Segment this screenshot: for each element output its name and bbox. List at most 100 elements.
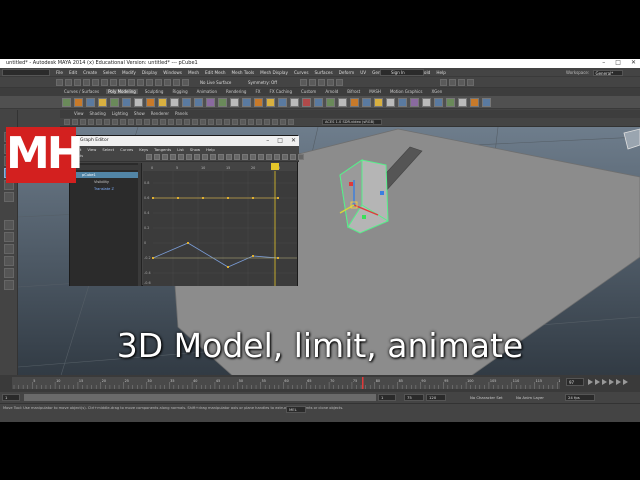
shelf-tab-mash[interactable]: MASH [367, 89, 383, 94]
poke-icon[interactable] [410, 98, 419, 107]
panel-menu-panels[interactable]: Panels [175, 111, 188, 116]
history-icon[interactable] [173, 79, 180, 86]
menu-select[interactable]: Select [103, 70, 116, 75]
free-weight-icon[interactable] [282, 154, 288, 160]
menu-mesh-tools[interactable]: Mesh Tools [232, 70, 255, 75]
select-hierarchy-icon[interactable] [101, 79, 108, 86]
curve-graph[interactable]: 0.8 0.6 0.4 0.2 0 -0.2 -0.4 -0.6 0 5 10 … [143, 163, 297, 286]
panel-menu-renderer[interactable]: Renderer [151, 111, 169, 116]
render-setup-icon[interactable] [336, 79, 343, 86]
undo-icon[interactable] [83, 79, 90, 86]
shelf-tab-curves-surfaces[interactable]: Curves / Surfaces [62, 89, 101, 94]
ambient-occlusion-icon[interactable] [216, 119, 222, 125]
modeling-toolkit-icon[interactable] [440, 79, 447, 86]
color-manage-icon[interactable] [288, 119, 294, 125]
close-button[interactable]: ✕ [631, 60, 636, 66]
menu-file[interactable]: File [56, 70, 63, 75]
playback-end-field[interactable]: 75 [404, 394, 424, 401]
animation-end-field[interactable]: 120 [426, 394, 446, 401]
unify-tangent-icon[interactable] [274, 154, 280, 160]
anti-alias-icon[interactable] [232, 119, 238, 125]
workspace-dropdown[interactable]: General* [592, 70, 623, 76]
resolution-gate-icon[interactable] [112, 119, 118, 125]
key[interactable] [227, 266, 229, 268]
wireframe-on-shaded-icon[interactable] [168, 119, 174, 125]
shadows-icon[interactable] [208, 119, 214, 125]
new-scene-icon[interactable] [56, 79, 63, 86]
wireframe-icon[interactable] [152, 119, 158, 125]
lock-weight-icon[interactable] [290, 154, 296, 160]
smooth-icon[interactable] [206, 98, 215, 107]
hypershade-icon[interactable] [327, 79, 334, 86]
snap-live-icon[interactable] [164, 79, 171, 86]
four-view-layout-icon[interactable] [4, 232, 14, 242]
smooth-shade-icon[interactable] [160, 119, 166, 125]
lights-icon[interactable] [200, 119, 206, 125]
manip-handle-red[interactable] [349, 182, 353, 186]
select-component-icon[interactable] [119, 79, 126, 86]
planar-map-icon[interactable] [434, 98, 443, 107]
svg-icon[interactable] [170, 98, 179, 107]
collapse-icon[interactable] [374, 98, 383, 107]
center-current-icon[interactable] [202, 154, 208, 160]
menu-mesh-display[interactable]: Mesh Display [260, 70, 288, 75]
sign-in-dropdown[interactable]: Sign In [380, 69, 424, 76]
shelf-tab-animation[interactable]: Animation [195, 89, 219, 94]
backface-icon[interactable] [264, 119, 270, 125]
step-tangent-icon[interactable] [250, 154, 256, 160]
frame-playback-icon[interactable] [194, 154, 200, 160]
auto-map-icon[interactable] [446, 98, 455, 107]
gamma-icon[interactable] [280, 119, 286, 125]
quad-draw-icon[interactable] [326, 98, 335, 107]
ge-menu-select[interactable]: Select [102, 147, 114, 152]
poly-disc-icon[interactable] [134, 98, 143, 107]
poly-cone-icon[interactable] [98, 98, 107, 107]
poly-plane-icon[interactable] [122, 98, 131, 107]
playback-start-field[interactable]: 1 [378, 394, 396, 401]
boolean-icon[interactable] [218, 98, 227, 107]
shelf-tab-fx-caching[interactable]: FX Caching [268, 89, 294, 94]
menu-set-dropdown[interactable] [2, 69, 50, 76]
key[interactable] [187, 242, 189, 244]
ge-menu-keys[interactable]: Keys [139, 147, 148, 152]
extrude-icon[interactable] [242, 98, 251, 107]
outliner-scrollbar[interactable] [138, 163, 141, 286]
outliner-item-visibility[interactable]: Visibility [72, 179, 138, 185]
exposure-icon[interactable] [272, 119, 278, 125]
separate-icon[interactable] [194, 98, 203, 107]
render-icon[interactable] [182, 79, 189, 86]
panel-menu-view[interactable]: View [74, 111, 84, 116]
spherical-map-icon[interactable] [470, 98, 479, 107]
cylindrical-map-icon[interactable] [458, 98, 467, 107]
symmetry-dropdown[interactable]: Symmetry: Off [248, 80, 277, 85]
key[interactable] [177, 197, 179, 199]
bookmark-icon[interactable] [80, 119, 86, 125]
auto-tangent-icon[interactable] [210, 154, 216, 160]
menu-windows[interactable]: Windows [163, 70, 182, 75]
outliner-layout-icon[interactable] [4, 268, 14, 278]
ge-menu-tangents[interactable]: Tangents [154, 147, 171, 152]
frame-all-icon[interactable] [186, 154, 192, 160]
snap-curve-icon[interactable] [137, 79, 144, 86]
maximize-button[interactable]: □ [615, 60, 621, 66]
text-icon[interactable] [158, 98, 167, 107]
current-time-marker[interactable] [271, 163, 279, 170]
shelf-tab-motion-graphics[interactable]: Motion Graphics [388, 89, 425, 94]
fill-hole-icon[interactable] [278, 98, 287, 107]
anim-layer-dropdown[interactable]: No Anim Layer [516, 395, 544, 400]
mirror-icon[interactable] [230, 98, 239, 107]
menu-create[interactable]: Create [83, 70, 97, 75]
menu-edit-mesh[interactable]: Edit Mesh [205, 70, 225, 75]
menu-surfaces[interactable]: Surfaces [315, 70, 333, 75]
character-set-dropdown[interactable]: No Character Set [470, 395, 503, 400]
menu-uv[interactable]: UV [360, 70, 366, 75]
persp-graph-layout-icon[interactable] [4, 256, 14, 266]
motion-blur-icon[interactable] [224, 119, 230, 125]
xray-icon[interactable] [176, 119, 182, 125]
snap-view-icon[interactable] [155, 79, 162, 86]
multi-cut-icon[interactable] [290, 98, 299, 107]
workspace-selector[interactable]: Workspace: General* [566, 70, 623, 76]
connect-icon[interactable] [314, 98, 323, 107]
menu-help[interactable]: Help [436, 70, 446, 75]
bevel-icon[interactable] [266, 98, 275, 107]
